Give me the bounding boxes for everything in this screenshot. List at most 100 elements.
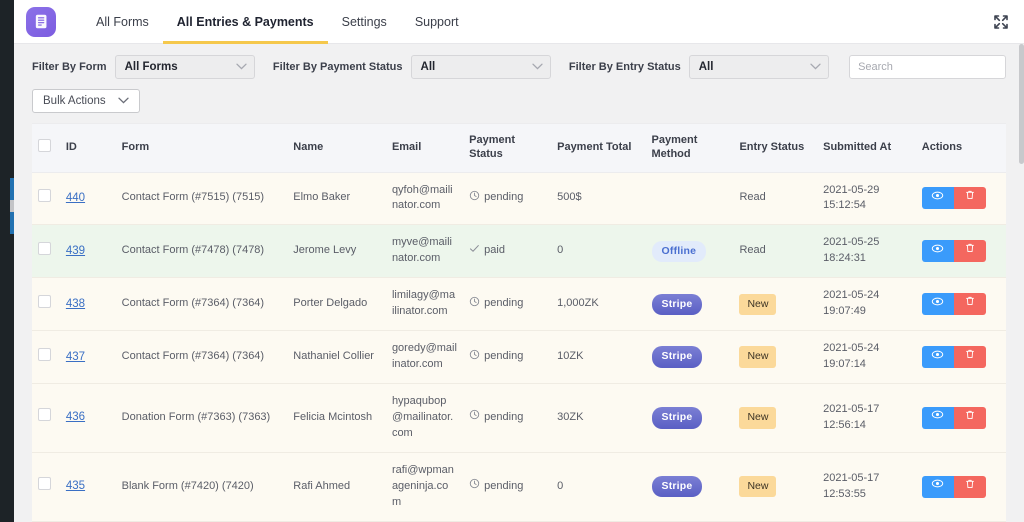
delete-entry-button[interactable] — [954, 240, 986, 262]
eye-icon — [931, 348, 944, 367]
entry-id-link[interactable]: 437 — [66, 351, 85, 363]
column-header-id[interactable]: ID — [60, 124, 116, 172]
table-row[interactable]: 435Blank Form (#7420) (7420)Rafi Ahmedra… — [32, 452, 1006, 521]
row-checkbox[interactable] — [38, 242, 51, 255]
rail-scrollbar-thumb[interactable] — [10, 200, 14, 212]
cell-id: 438 — [60, 278, 116, 331]
tab-settings[interactable]: Settings — [328, 0, 401, 44]
page-scrollbar[interactable] — [1019, 44, 1024, 522]
plugin-panel: All Forms All Entries & Payments Setting… — [14, 0, 1024, 522]
tab-all-entries-payments[interactable]: All Entries & Payments — [163, 0, 328, 44]
payment-method-badge: Stripe — [652, 346, 703, 367]
cell-payment-method: Stripe — [646, 331, 734, 384]
filter-by-entry-status-select[interactable]: All — [689, 55, 829, 79]
fullscreen-expand-icon[interactable] — [992, 13, 1010, 31]
delete-entry-button[interactable] — [954, 407, 986, 429]
filter-by-payment-status-select[interactable]: All — [411, 55, 551, 79]
column-header-name[interactable]: Name — [287, 124, 386, 172]
entry-id-link[interactable]: 439 — [66, 245, 85, 257]
row-checkbox[interactable] — [38, 348, 51, 361]
table-row[interactable]: 436Donation Form (#7363) (7363)Felicia M… — [32, 384, 1006, 453]
view-entry-button[interactable] — [922, 407, 954, 429]
cell-payment-method — [646, 172, 734, 225]
view-entry-button[interactable] — [922, 293, 954, 315]
filter-toolbar: Filter By Form All Forms Filter By Payme… — [14, 44, 1024, 123]
eye-icon — [931, 408, 944, 427]
table-row[interactable]: 438Contact Form (#7364) (7364)Porter Del… — [32, 278, 1006, 331]
tab-support[interactable]: Support — [401, 0, 473, 44]
row-select-cell — [32, 278, 60, 331]
entry-id-link[interactable]: 436 — [66, 411, 85, 423]
cell-form: Blank Form (#7420) (7420) — [116, 452, 288, 521]
column-header-payment-method[interactable]: Payment Method — [646, 124, 734, 172]
cell-payment-total: 500$ — [551, 172, 645, 225]
view-entry-button[interactable] — [922, 346, 954, 368]
view-entry-button[interactable] — [922, 187, 954, 209]
select-all-checkbox[interactable] — [38, 139, 51, 152]
cell-email: goredy@mailinator.com — [386, 331, 463, 384]
cell-payment-method: Stripe — [646, 278, 734, 331]
search-box[interactable] — [849, 55, 1006, 79]
cell-payment-total: 0 — [551, 452, 645, 521]
cell-entry-status: New — [733, 384, 817, 453]
table-row[interactable]: 440Contact Form (#7515) (7515)Elmo Baker… — [32, 172, 1006, 225]
view-entry-button[interactable] — [922, 240, 954, 262]
delete-entry-button[interactable] — [954, 476, 986, 498]
column-header-entry-status[interactable]: Entry Status — [733, 124, 817, 172]
filter-by-payment-status-label: Filter By Payment Status — [273, 61, 403, 73]
top-navigation-bar: All Forms All Entries & Payments Setting… — [14, 0, 1024, 44]
row-select-cell — [32, 172, 60, 225]
row-checkbox[interactable] — [38, 189, 51, 202]
filter-by-form-select[interactable]: All Forms — [115, 55, 255, 79]
entry-id-link[interactable]: 438 — [66, 298, 85, 310]
table-row[interactable]: 437Contact Form (#7364) (7364)Nathaniel … — [32, 331, 1006, 384]
view-entry-button[interactable] — [922, 476, 954, 498]
cell-name: Elmo Baker — [287, 172, 386, 225]
column-header-payment-total[interactable]: Payment Total — [551, 124, 645, 172]
delete-entry-button[interactable] — [954, 346, 986, 368]
row-checkbox[interactable] — [38, 408, 51, 421]
page-scrollbar-thumb[interactable] — [1019, 44, 1024, 164]
form-document-logo[interactable] — [26, 7, 56, 37]
chevron-down-icon — [810, 61, 821, 73]
nav-tabs: All Forms All Entries & Payments Setting… — [82, 0, 473, 44]
row-select-cell — [32, 331, 60, 384]
cell-actions — [916, 452, 1006, 521]
bulk-actions-label: Bulk Actions — [43, 95, 106, 107]
row-checkbox[interactable] — [38, 477, 51, 490]
cell-payment-status: paid — [463, 225, 551, 278]
cell-form: Contact Form (#7364) (7364) — [116, 278, 288, 331]
search-input[interactable] — [850, 56, 1006, 78]
entry-id-link[interactable]: 435 — [66, 480, 85, 492]
column-header-email[interactable]: Email — [386, 124, 463, 172]
delete-entry-button[interactable] — [954, 293, 986, 315]
chevron-down-icon — [532, 61, 543, 73]
cell-email: hypaqubop@mailinator.com — [386, 384, 463, 453]
payment-method-badge: Offline — [652, 241, 707, 262]
cell-entry-status: Read — [733, 172, 817, 225]
chevron-down-icon — [118, 95, 129, 107]
table-head: ID Form Name Email Payment Status Paymen… — [32, 124, 1006, 172]
row-checkbox[interactable] — [38, 295, 51, 308]
cell-name: Rafi Ahmed — [287, 452, 386, 521]
cell-entry-status: New — [733, 452, 817, 521]
tab-all-forms[interactable]: All Forms — [82, 0, 163, 44]
cell-id: 440 — [60, 172, 116, 225]
cell-payment-status: pending — [463, 452, 551, 521]
column-header-submitted-at[interactable]: Submitted At — [817, 124, 916, 172]
entry-id-link[interactable]: 440 — [66, 192, 85, 204]
check-icon — [469, 243, 480, 260]
column-header-payment-status[interactable]: Payment Status — [463, 124, 551, 172]
table-row[interactable]: 439Contact Form (#7478) (7478)Jerome Lev… — [32, 225, 1006, 278]
clock-icon — [469, 190, 480, 207]
filter-by-form-label: Filter By Form — [32, 61, 107, 73]
column-header-form[interactable]: Form — [116, 124, 288, 172]
bulk-actions-row: Bulk Actions — [32, 80, 1006, 123]
cell-id: 437 — [60, 331, 116, 384]
bulk-actions-select[interactable]: Bulk Actions — [32, 89, 140, 113]
cell-actions — [916, 172, 1006, 225]
payment-method-badge: Stripe — [652, 407, 703, 428]
cell-form: Contact Form (#7478) (7478) — [116, 225, 288, 278]
cell-actions — [916, 384, 1006, 453]
delete-entry-button[interactable] — [954, 187, 986, 209]
